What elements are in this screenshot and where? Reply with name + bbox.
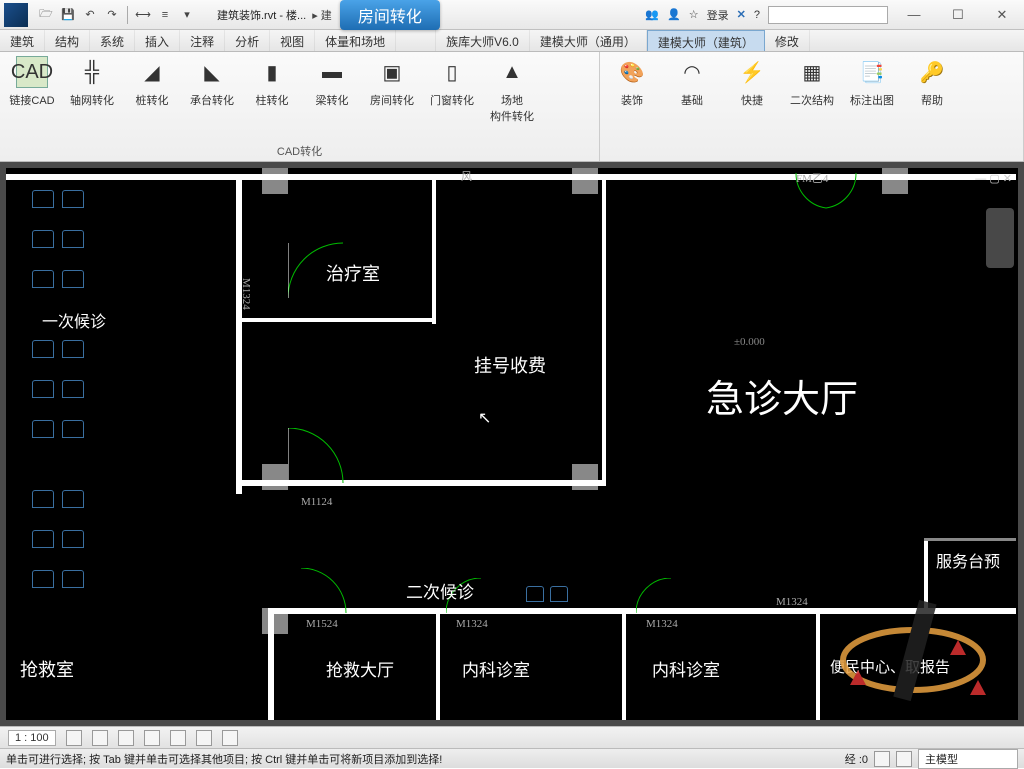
tab-structure[interactable]: 结构 [45, 30, 90, 51]
reveal-icon[interactable] [222, 730, 238, 746]
door-tag: M1324 [456, 618, 488, 630]
door-tag: M1324 [776, 596, 808, 608]
measure-icon[interactable]: ⟷ [133, 5, 153, 25]
star-icon[interactable]: ☆ [689, 8, 699, 21]
minimize-button[interactable]: — [896, 5, 932, 25]
tab-gap [396, 30, 436, 51]
annotation-export-button[interactable]: 📑标注出图 [846, 56, 898, 108]
help-button[interactable]: 🔑帮助 [906, 56, 958, 108]
room-label: 一次候诊 [42, 308, 106, 332]
exchange-icon[interactable]: ✕ [737, 8, 746, 21]
drawing-canvas[interactable]: 一次候诊 治疗室 挂号收费 急诊大厅 二次候诊 抢救室 抢救大厅 内科诊室 内科… [6, 168, 1018, 720]
dropdown-icon[interactable]: ▾ [177, 5, 197, 25]
door-tag: FM乙4 [796, 170, 828, 186]
tab-architecture[interactable]: 建筑 [0, 30, 45, 51]
undo-icon[interactable]: ↶ [80, 5, 100, 25]
tab-annotate[interactable]: 注释 [180, 30, 225, 51]
redo-icon[interactable]: ↷ [102, 5, 122, 25]
room-label: 抢救大厅 [326, 656, 394, 681]
user-icon[interactable]: 👤 [667, 8, 681, 21]
status-hint: 单击可进行选择; 按 Tab 键并单击可选择其他项目; 按 Ctrl 键并单击可… [6, 751, 442, 767]
feature-highlight: 房间转化 [340, 0, 440, 30]
tab-view[interactable]: 视图 [270, 30, 315, 51]
tab-model-master-general[interactable]: 建模大师（通用） [530, 30, 647, 51]
maximize-button[interactable]: ☐ [940, 5, 976, 25]
tab-modify[interactable]: 修改 [765, 30, 810, 51]
open-icon[interactable]: 🗁 [36, 5, 56, 25]
door-tag: M1524 [306, 618, 338, 630]
search-input[interactable] [768, 6, 888, 24]
beam-convert-button[interactable]: ▬梁转化 [306, 56, 358, 108]
people-icon[interactable]: 👥 [645, 8, 659, 21]
room-label: 急诊大厅 [706, 368, 858, 423]
ribbon-tabs: 建筑 结构 系统 插入 注释 分析 视图 体量和场地 族库大师V6.0 建模大师… [0, 30, 1024, 52]
link-cad-button[interactable]: CAD链接CAD [6, 56, 58, 108]
view-control-bar: 1 : 100 [0, 726, 1024, 748]
door-window-convert-button[interactable]: ▯门窗转化 [426, 56, 478, 108]
visual-style-icon[interactable] [92, 730, 108, 746]
scale-display[interactable]: 1 : 100 [8, 730, 56, 746]
cap-convert-button[interactable]: ◣承台转化 [186, 56, 238, 108]
cursor-icon: ↖ [478, 408, 491, 428]
column-convert-button[interactable]: ▮柱转化 [246, 56, 298, 108]
help-icon[interactable]: ? [754, 9, 760, 21]
viewport-container: 一次候诊 治疗室 挂号收费 急诊大厅 二次候诊 抢救室 抢救大厅 内科诊室 内科… [0, 162, 1024, 726]
shadows-icon[interactable] [144, 730, 160, 746]
room-label: 内科诊室 [652, 656, 720, 681]
ribbon-group-label: CAD转化 [6, 141, 593, 159]
door-tag: M1324 [240, 278, 252, 310]
workset-icon[interactable] [874, 751, 890, 767]
room-label: 挂号收费 [474, 352, 546, 378]
document-title: 建筑装饰.rvt - 楼... [217, 7, 306, 23]
keyboard-hint: ▸ 建 [312, 7, 332, 23]
quick-button[interactable]: ⚡快捷 [726, 56, 778, 108]
tab-systems[interactable]: 系统 [90, 30, 135, 51]
grid-convert-button[interactable]: ╬轴网转化 [66, 56, 118, 108]
watermark-logo [828, 590, 998, 710]
tab-analyze[interactable]: 分析 [225, 30, 270, 51]
coord-readout: 经 :0 [845, 751, 868, 767]
foundation-button[interactable]: ◠基础 [666, 56, 718, 108]
ribbon-panel: CAD链接CAD ╬轴网转化 ◢桩转化 ◣承台转化 ▮柱转化 ▬梁转化 ▣房间转… [0, 52, 1024, 162]
room-label: 内科诊室 [462, 656, 530, 681]
room-label: 抢救室 [20, 656, 74, 682]
crop-icon[interactable] [170, 730, 186, 746]
view-window-controls[interactable]: — ▢ ✕ [975, 172, 1012, 185]
model-selector[interactable]: 主模型 [918, 749, 1018, 769]
navigation-bar[interactable] [986, 208, 1014, 268]
site-convert-button[interactable]: ▲场地 构件转化 [486, 56, 538, 124]
decoration-button[interactable]: 🎨装饰 [606, 56, 658, 108]
quick-access-toolbar: 🗁 💾 ↶ ↷ ⟷ ≡ ▾ [36, 5, 197, 25]
room-label: 服务台预 [936, 548, 1000, 572]
title-bar: 🗁 💾 ↶ ↷ ⟷ ≡ ▾ 建筑装饰.rvt - 楼... ▸ 建 房间转化 👥… [0, 0, 1024, 30]
design-options-icon[interactable] [896, 751, 912, 767]
room-convert-button[interactable]: ▣房间转化 [366, 56, 418, 108]
room-label: 治疗室 [326, 260, 380, 286]
tab-massing[interactable]: 体量和场地 [315, 30, 396, 51]
hide-icon[interactable] [196, 730, 212, 746]
pile-convert-button[interactable]: ◢桩转化 [126, 56, 178, 108]
login-link[interactable]: 登录 [707, 7, 729, 23]
close-button[interactable]: ✕ [984, 5, 1020, 25]
detail-level-icon[interactable] [66, 730, 82, 746]
tab-model-master-arch[interactable]: 建模大师（建筑） [647, 30, 765, 51]
secondary-structure-button[interactable]: ▦二次结构 [786, 56, 838, 108]
align-icon[interactable]: ≡ [155, 5, 175, 25]
tab-insert[interactable]: 插入 [135, 30, 180, 51]
elevation-marker: ±0.000 [734, 336, 765, 348]
app-logo [4, 3, 28, 27]
room-label: 二次候诊 [406, 578, 474, 603]
sun-path-icon[interactable] [118, 730, 134, 746]
door-tag: M1124 [301, 496, 332, 508]
tab-family-master[interactable]: 族库大师V6.0 [436, 30, 530, 51]
door-tag: M1324 [646, 618, 678, 630]
status-bar: 单击可进行选择; 按 Tab 键并单击可选择其他项目; 按 Ctrl 键并单击可… [0, 748, 1024, 768]
save-icon[interactable]: 💾 [58, 5, 78, 25]
door-tag: 风 [461, 168, 472, 184]
